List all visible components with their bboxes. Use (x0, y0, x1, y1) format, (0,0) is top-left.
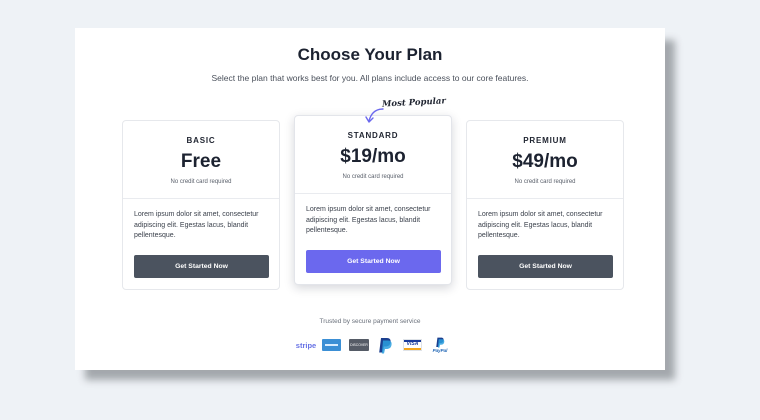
plan-card-standard: STANDARD $19/mo No credit card required … (294, 115, 452, 285)
get-started-standard-button[interactable]: Get Started Now (306, 250, 441, 273)
plan-card-header: BASIC Free No credit card required (123, 121, 279, 199)
paypal-icon (377, 336, 393, 354)
get-started-premium-button[interactable]: Get Started Now (478, 255, 613, 278)
plan-note: No credit card required (342, 174, 404, 180)
plan-note: No credit card required (170, 179, 232, 185)
stripe-icon: stripe (295, 340, 317, 350)
amex-icon (322, 339, 341, 351)
visa-icon: VISA (403, 339, 422, 351)
plan-description: Lorem ipsum dolor sit amet, consectetur … (478, 211, 603, 239)
pricing-panel: Choose Your Plan Select the plan that wo… (75, 28, 665, 370)
paypal-label: PayPal (432, 348, 448, 353)
curved-arrow-icon (365, 108, 384, 123)
plan-card-basic: BASIC Free No credit card required Lorem… (122, 120, 280, 290)
plan-price: Free (180, 151, 222, 172)
plan-note: No credit card required (514, 179, 576, 185)
plan-card-premium: PREMIUM $49/mo No credit card required L… (466, 120, 624, 290)
trusted-text: Trusted by secure payment service (319, 318, 421, 325)
plan-card-header: PREMIUM $49/mo No credit card required (467, 121, 623, 199)
plan-card-header: STANDARD $19/mo No credit card required (295, 116, 451, 194)
paypal-logo-icon: PayPal (429, 336, 451, 354)
discover-icon: DISCOVER (349, 339, 369, 351)
plan-description: Lorem ipsum dolor sit amet, consectetur … (134, 211, 259, 239)
page-title: Choose Your Plan (297, 45, 443, 64)
plan-price: $19/mo (340, 146, 406, 167)
plan-description: Lorem ipsum dolor sit amet, consectetur … (306, 206, 431, 234)
page-subtitle: Select the plan that works best for you.… (211, 73, 529, 83)
plan-price: $49/mo (512, 151, 578, 172)
plan-tier: PREMIUM (523, 136, 567, 145)
get-started-basic-button[interactable]: Get Started Now (134, 255, 269, 278)
most-popular-badge: Most Popular (381, 96, 447, 110)
plan-tier: BASIC (186, 136, 216, 145)
visa-label: VISA (406, 340, 419, 347)
